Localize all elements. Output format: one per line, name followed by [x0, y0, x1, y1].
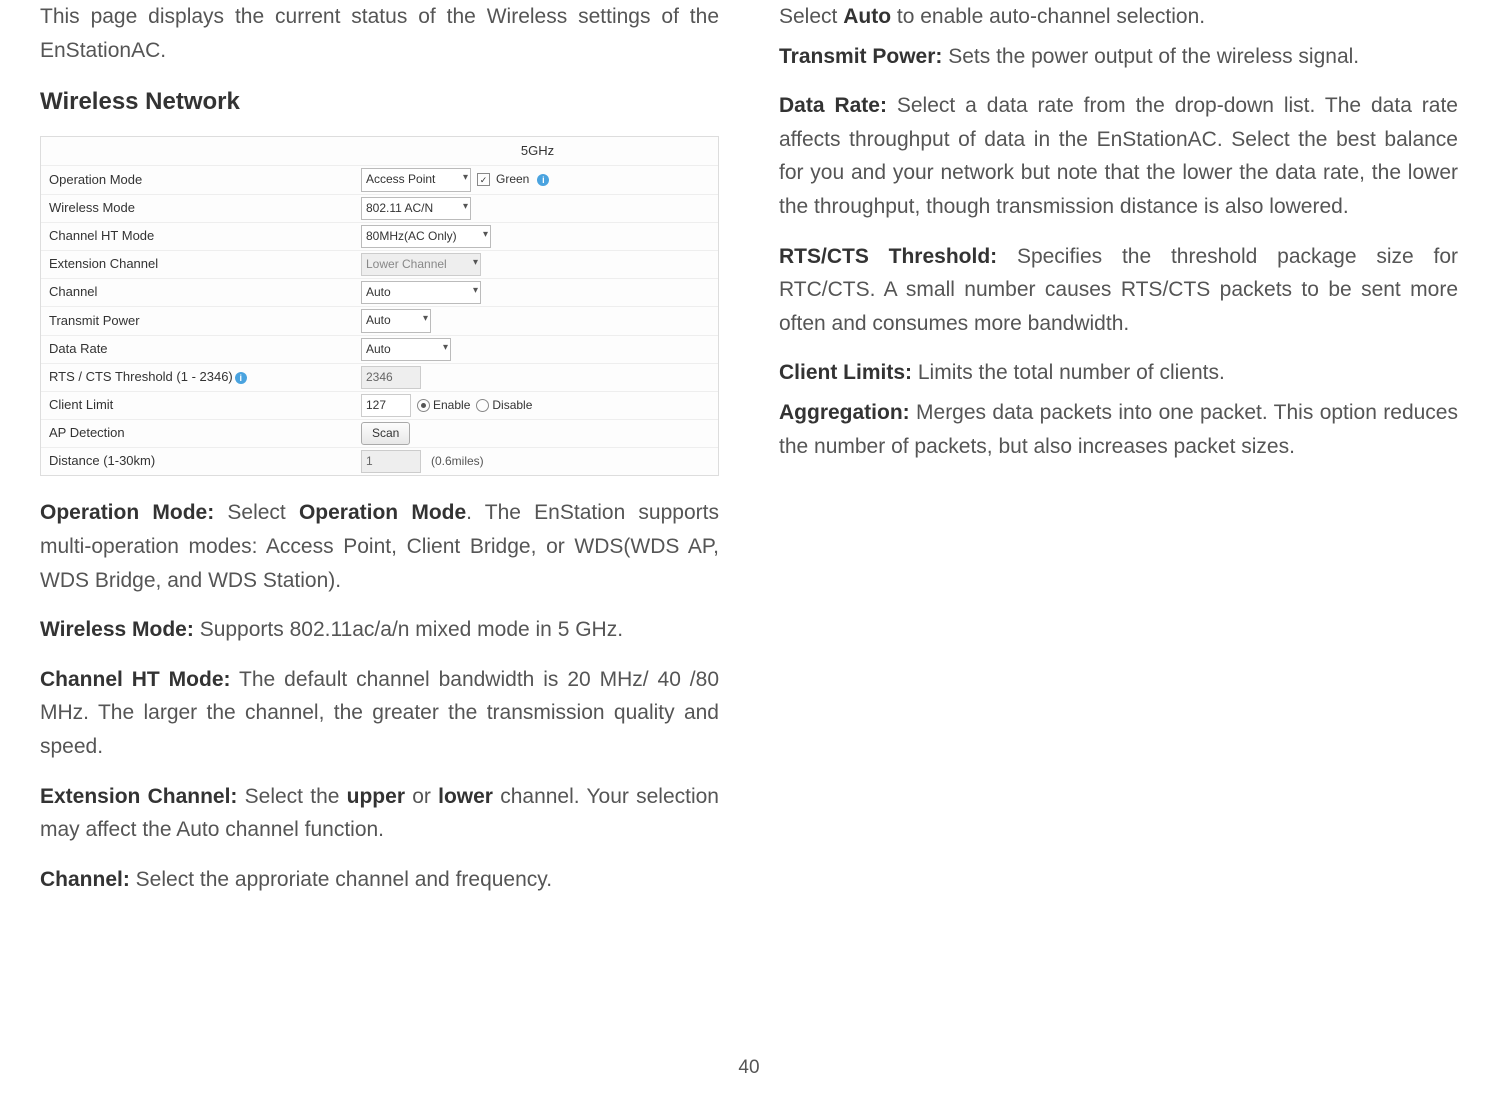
green-label: Green	[496, 170, 529, 189]
row-operation-mode: Operation Mode Access Point ✓ Green i	[41, 166, 718, 194]
operation-mode-select[interactable]: Access Point	[361, 168, 471, 191]
wireless-mode-paragraph: Wireless Mode: Supports 802.11ac/a/n mix…	[40, 613, 719, 647]
value-operation-mode: Access Point ✓ Green i	[357, 166, 718, 193]
row-rts-threshold: RTS / CTS Threshold (1 - 2346)i 2346	[41, 364, 718, 392]
label-data-rate: Data Rate	[41, 336, 357, 363]
page: This page displays the current status of…	[0, 0, 1498, 1097]
info-icon[interactable]: i	[235, 372, 247, 384]
header-blank	[41, 137, 357, 166]
data-rate-select[interactable]: Auto	[361, 338, 451, 361]
row-distance: Distance (1-30km) 1 (0.6miles)	[41, 448, 718, 475]
label-transmit-power: Transmit Power	[41, 308, 357, 335]
row-ht-mode: Channel HT Mode 80MHz(AC Only)	[41, 223, 718, 251]
ht-mode-select[interactable]: 80MHz(AC Only)	[361, 225, 491, 248]
label-operation-mode: Operation Mode	[41, 167, 357, 194]
aggregation-paragraph: Aggregation: Merges data packets into on…	[779, 396, 1458, 463]
data-rate-paragraph: Data Rate: Select a data rate from the d…	[779, 89, 1458, 223]
rts-threshold-paragraph: RTS/CTS Threshold: Specifies the thresho…	[779, 240, 1458, 341]
header-band: 5GHz	[357, 137, 718, 166]
channel-select[interactable]: Auto	[361, 281, 481, 304]
auto-channel-paragraph: Select Auto to enable auto-channel selec…	[779, 0, 1458, 34]
intro-text: This page displays the current status of…	[40, 0, 719, 67]
wireless-mode-select[interactable]: 802.11 AC/N	[361, 197, 471, 220]
scan-button[interactable]: Scan	[361, 422, 410, 445]
channel-paragraph: Channel: Select the approriate channel a…	[40, 863, 719, 897]
rts-threshold-input[interactable]: 2346	[361, 366, 421, 389]
row-extension-channel: Extension Channel Lower Channel	[41, 251, 718, 279]
label-wireless-mode: Wireless Mode	[41, 195, 357, 222]
ht-mode-paragraph: Channel HT Mode: The default channel ban…	[40, 663, 719, 764]
transmit-power-paragraph: Transmit Power: Sets the power output of…	[779, 40, 1458, 74]
client-limit-disable-radio[interactable]: Disable	[476, 396, 532, 415]
operation-mode-paragraph: Operation Mode: Select Operation Mode. T…	[40, 496, 719, 597]
distance-input[interactable]: 1	[361, 450, 421, 473]
section-heading: Wireless Network	[40, 83, 719, 121]
table-header-row: 5GHz	[41, 137, 718, 167]
row-channel: Channel Auto	[41, 279, 718, 307]
row-wireless-mode: Wireless Mode 802.11 AC/N	[41, 195, 718, 223]
extension-channel-select[interactable]: Lower Channel	[361, 253, 481, 276]
client-limit-enable-radio[interactable]: Enable	[417, 396, 470, 415]
row-data-rate: Data Rate Auto	[41, 336, 718, 364]
label-ht-mode: Channel HT Mode	[41, 223, 357, 250]
right-column: Select Auto to enable auto-channel selec…	[779, 0, 1458, 1045]
row-client-limit: Client Limit 127 Enable Disable	[41, 392, 718, 420]
label-channel: Channel	[41, 279, 357, 306]
transmit-power-select[interactable]: Auto	[361, 309, 431, 332]
row-transmit-power: Transmit Power Auto	[41, 307, 718, 335]
client-limit-input[interactable]: 127	[361, 394, 411, 417]
two-column-layout: This page displays the current status of…	[40, 0, 1458, 1045]
left-column: This page displays the current status of…	[40, 0, 719, 1045]
extension-channel-paragraph: Extension Channel: Select the upper or l…	[40, 780, 719, 847]
wireless-settings-table: 5GHz Operation Mode Access Point ✓ Green…	[40, 136, 719, 477]
label-rts-threshold: RTS / CTS Threshold (1 - 2346)i	[41, 364, 357, 391]
row-ap-detection: AP Detection Scan	[41, 420, 718, 448]
label-client-limit: Client Limit	[41, 392, 357, 419]
label-distance: Distance (1-30km)	[41, 448, 357, 475]
label-ap-detection: AP Detection	[41, 420, 357, 447]
label-extension-channel: Extension Channel	[41, 251, 357, 278]
info-icon[interactable]: i	[537, 174, 549, 186]
distance-miles: (0.6miles)	[431, 452, 484, 471]
page-number: 40	[40, 1045, 1458, 1097]
green-checkbox[interactable]: ✓	[477, 173, 490, 186]
client-limits-paragraph: Client Limits: Limits the total number o…	[779, 356, 1458, 390]
